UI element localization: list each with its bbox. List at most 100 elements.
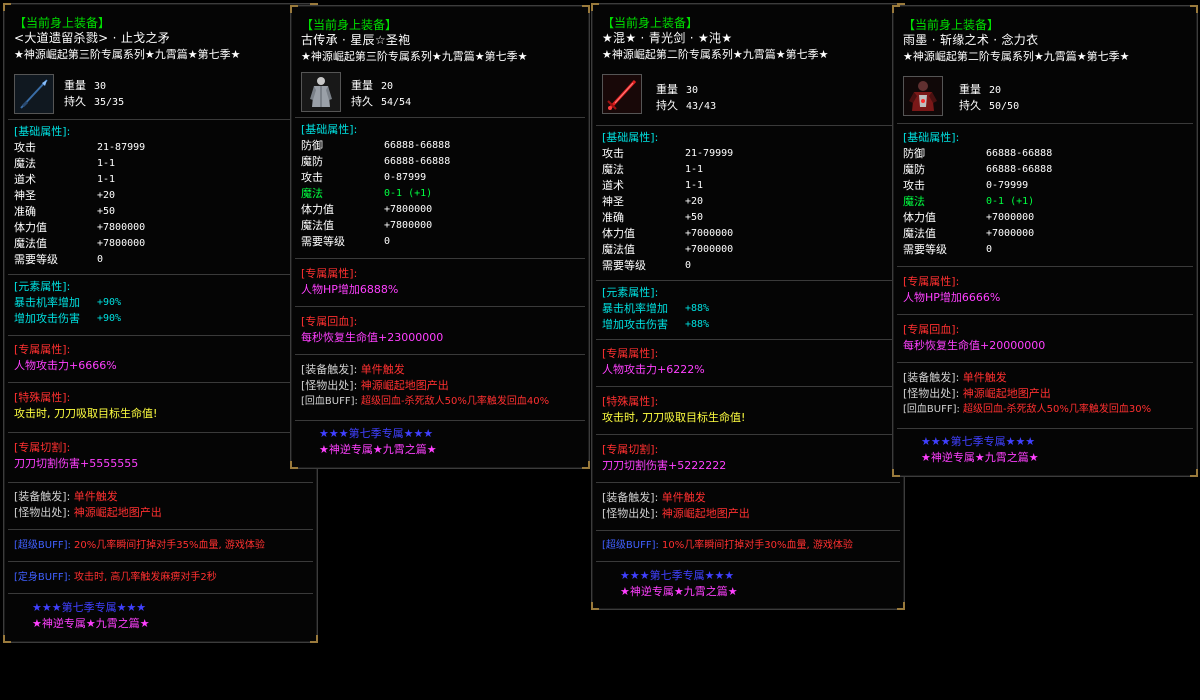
weight-stat: 重量 30 bbox=[64, 78, 106, 95]
exclusive-attributes: [专属属性]: 人物HP增加6666% bbox=[903, 274, 1197, 306]
buff-row: [定身BUFF]: 攻击时, 高几率触发麻痹对手2秒 bbox=[14, 572, 217, 583]
exclusive-attributes: [专属属性]: 人物攻击力+6222% bbox=[602, 346, 904, 378]
tooltip-header: 【当前身上装备】 bbox=[903, 18, 1000, 32]
footer-season: ★★★第七季专属★★★ bbox=[921, 435, 1036, 448]
equipment-tooltip-armor: 【当前身上装备】 雨墨 · 斩缘之术 · 念力衣 ★神源崛起第二阶专属系列★九霄… bbox=[892, 5, 1198, 477]
durability-stat: 持久 35/35 bbox=[64, 94, 124, 111]
section-title: [专属切割]: bbox=[14, 441, 71, 454]
footer-tag: ★神逆专属★九霄之篇★ bbox=[921, 451, 1039, 464]
trigger-row: [装备触发]: 单件触发 bbox=[602, 491, 706, 504]
item-name: 雨墨 · 斩缘之术 · 念力衣 bbox=[903, 33, 1039, 47]
trigger-info: [装备触发]: 单件触发 [怪物出处]: 神源崛起地图产出 [回血BUFF]: … bbox=[301, 362, 589, 410]
durability-value: 54/54 bbox=[381, 97, 412, 108]
item-series: ★神源崛起第三阶专属系列★九霄篇★第七季★ bbox=[301, 50, 528, 63]
weight-value: 30 bbox=[94, 81, 107, 92]
attr-row: 道术 1-1 bbox=[602, 179, 704, 192]
attr-row: 需要等级 0 bbox=[14, 253, 104, 266]
trigger-info: [装备触发]: 单件触发 [怪物出处]: 神源崛起地图产出 bbox=[602, 490, 904, 522]
sword-icon bbox=[602, 74, 642, 114]
attr-row: 道术 1-1 bbox=[14, 173, 116, 186]
footer-tag: ★神逆专属★九霄之篇★ bbox=[32, 617, 150, 630]
armor-icon bbox=[903, 76, 943, 116]
base-attributes: [基础属性]: 攻击 21-87999 魔法 1-1 道术 1-1 神圣 +20 准确 +… bbox=[14, 124, 317, 268]
robe-icon bbox=[301, 72, 341, 112]
tooltip-header: 【当前身上装备】 bbox=[602, 16, 699, 30]
drop-row: [怪物出处]: 神源崛起地图产出 bbox=[301, 379, 449, 392]
divider bbox=[897, 362, 1193, 363]
attr-row: 体力值 +7000000 bbox=[602, 227, 734, 240]
divider bbox=[295, 117, 585, 118]
attr-row: 防御 66888-66888 bbox=[903, 147, 1053, 160]
divider bbox=[596, 125, 900, 126]
item-name: <大道遗留杀戮> · 止戈之矛 bbox=[14, 31, 171, 45]
section-title: [专属回血]: bbox=[903, 323, 960, 336]
trigger-info: [装备触发]: 单件触发 [怪物出处]: 神源崛起地图产出 bbox=[14, 489, 317, 521]
section-title: [专属属性]: bbox=[14, 343, 71, 356]
exclusive-regen: [专属回血]: 每秒恢复生命值+23000000 bbox=[301, 314, 589, 346]
section-title: [基础属性]: bbox=[903, 131, 960, 144]
durability-value: 50/50 bbox=[989, 101, 1020, 112]
exclusive-value: 人物HP增加6888% bbox=[301, 283, 399, 296]
weight-stat: 重量 20 bbox=[959, 82, 1001, 99]
weight-value: 30 bbox=[686, 85, 699, 96]
attr-row: 魔法值 +7000000 bbox=[903, 227, 1035, 240]
regen-value: 每秒恢复生命值+20000000 bbox=[903, 339, 1046, 352]
divider bbox=[8, 335, 313, 336]
exclusive-regen: [专属回血]: 每秒恢复生命值+20000000 bbox=[903, 322, 1197, 354]
divider bbox=[596, 280, 900, 281]
section-title: [专属切割]: bbox=[602, 443, 659, 456]
super-buff: [超级BUFF]: 20%几率瞬间打掉对手35%血量, 游戏体验 bbox=[14, 538, 317, 554]
divider bbox=[295, 354, 585, 355]
footer-tag: ★神逆专属★九霄之篇★ bbox=[319, 443, 437, 456]
durability-label: 持久 bbox=[656, 100, 678, 112]
weight-value: 20 bbox=[989, 85, 1002, 96]
attr-row: 魔法 0-1 (+1) bbox=[301, 187, 433, 200]
weight-stat: 重量 20 bbox=[351, 78, 393, 95]
divider bbox=[897, 428, 1193, 429]
weight-label: 重量 bbox=[64, 80, 86, 92]
attr-row: 体力值 +7800000 bbox=[301, 203, 433, 216]
section-title: [特殊属性]: bbox=[602, 395, 659, 408]
weight-stat: 重量 30 bbox=[656, 82, 698, 99]
durability-stat: 持久 54/54 bbox=[351, 94, 411, 111]
exclusive-cut: [专属切割]: 刀刀切割伤害+5222222 bbox=[602, 442, 904, 474]
attr-row: 暴击机率增加 +90% bbox=[14, 296, 122, 309]
drop-row: [怪物出处]: 神源崛起地图产出 bbox=[903, 387, 1051, 400]
attr-row: 神圣 +20 bbox=[14, 189, 116, 202]
special-attributes: [特殊属性]: 攻击时, 刀刀吸取目标生命值! bbox=[14, 390, 317, 422]
divider bbox=[596, 339, 900, 340]
divider bbox=[8, 382, 313, 383]
section-title: [特殊属性]: bbox=[14, 391, 71, 404]
weight-label: 重量 bbox=[656, 84, 678, 96]
attr-row: 魔法 1-1 bbox=[602, 163, 704, 176]
divider bbox=[897, 266, 1193, 267]
trigger-row: [装备触发]: 单件触发 bbox=[14, 490, 118, 503]
cut-value: 刀刀切割伤害+5555555 bbox=[14, 457, 139, 470]
divider bbox=[295, 258, 585, 259]
tooltip-header: 【当前身上装备】 bbox=[14, 16, 111, 30]
item-series: ★神源崛起第三阶专属系列★九霄篇★第七季★ bbox=[14, 48, 241, 61]
attr-row: 攻击 0-87999 bbox=[301, 171, 427, 184]
attr-row: 魔法值 +7800000 bbox=[301, 219, 433, 232]
durability-stat: 持久 50/50 bbox=[959, 98, 1019, 115]
exclusive-value: 人物攻击力+6222% bbox=[602, 363, 705, 376]
special-value: 攻击时, 刀刀吸取目标生命值! bbox=[14, 407, 158, 420]
trigger-info: [装备触发]: 单件触发 [怪物出处]: 神源崛起地图产出 [回血BUFF]: … bbox=[903, 370, 1197, 418]
attr-row: 体力值 +7800000 bbox=[14, 221, 146, 234]
section-title: [专属回血]: bbox=[301, 315, 358, 328]
attr-row: 魔法 1-1 bbox=[14, 157, 116, 170]
divider bbox=[596, 561, 900, 562]
divider bbox=[295, 306, 585, 307]
attr-row: 魔法值 +7800000 bbox=[14, 237, 146, 250]
section-title: [基础属性]: bbox=[14, 125, 71, 138]
buff-row: [超级BUFF]: 20%几率瞬间打掉对手35%血量, 游戏体验 bbox=[14, 540, 265, 551]
durability-label: 持久 bbox=[64, 96, 86, 108]
divider bbox=[897, 123, 1193, 124]
attr-row: 准确 +50 bbox=[14, 205, 116, 218]
attr-row: 需要等级 0 bbox=[602, 259, 692, 272]
base-attributes: [基础属性]: 防御 66888-66888 魔防 66888-66888 攻击 0-… bbox=[903, 130, 1197, 258]
special-value: 攻击时, 刀刀吸取目标生命值! bbox=[602, 411, 746, 424]
item-series: ★神源崛起第二阶专属系列★九霄篇★第七季★ bbox=[602, 48, 829, 61]
spear-icon bbox=[14, 74, 54, 114]
exclusive-value: 人物HP增加6666% bbox=[903, 291, 1001, 304]
